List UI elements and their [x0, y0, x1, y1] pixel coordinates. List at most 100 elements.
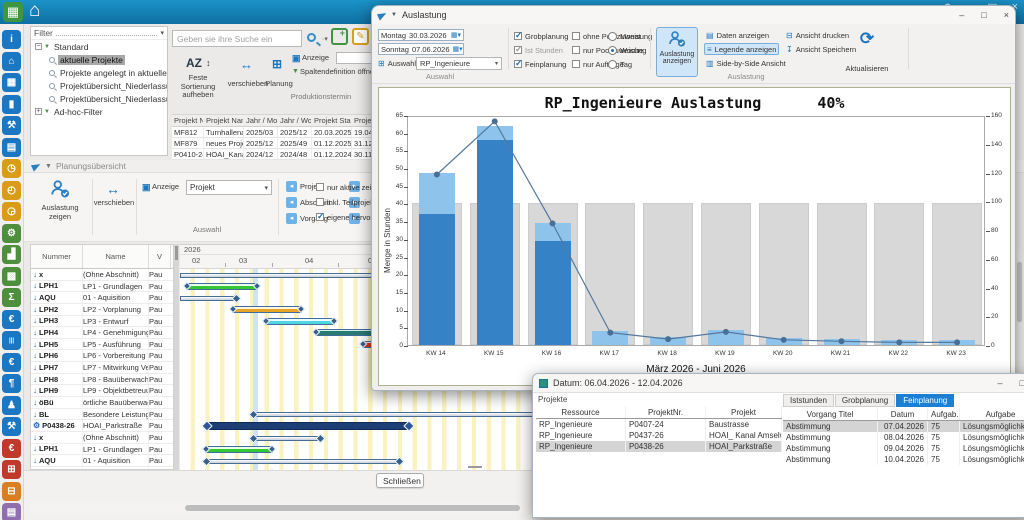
expand-icon[interactable]: + [35, 108, 42, 115]
move-button[interactable]: verschieben [92, 199, 136, 208]
refresh-button-label[interactable]: Aktualisieren [834, 64, 900, 73]
gantt-row[interactable]: ↓LPH7LP7 - Mitwirkung VergabePau [31, 362, 173, 374]
tab-feinplanung[interactable]: Feinplanung [896, 394, 954, 407]
gantt-row[interactable]: ↓LPH4LP4 - GenehmigungPau [31, 327, 173, 339]
view-button[interactable]: ≡Legende anzeigen [704, 43, 779, 55]
anzeige-field[interactable] [336, 52, 372, 64]
gantt-row[interactable]: ↓öBüörtliche BauüberwachungPau [31, 397, 173, 409]
report-time-icon[interactable]: ◶ [2, 202, 21, 221]
column-header[interactable]: Jahr / Monat [244, 115, 278, 126]
planning-flow-icon[interactable]: ⊞ [272, 57, 282, 71]
resource-test-icon[interactable]: ⚒ [2, 116, 21, 135]
checkbox-icon[interactable] [514, 60, 522, 68]
checkbox-icon[interactable] [572, 32, 580, 40]
filter-item[interactable]: Projektübersicht_Niederlassung N [31, 92, 167, 105]
status-icon[interactable]: ▮ [2, 95, 21, 114]
option-checkbox[interactable]: Grobplanung [514, 31, 568, 41]
table-row[interactable]: MF879neues Projek2025/122025/4901.12.202… [172, 138, 372, 149]
truck-icon[interactable]: ⊟ [2, 482, 21, 501]
table-row[interactable]: Abstimmung10.04.202675Lösungsmöglichke0,… [783, 454, 1024, 465]
person-list-icon[interactable]: ♟ [2, 396, 21, 415]
gantt-row[interactable]: ↓LPH9LP9 - ObjektbetreuungPau [31, 385, 173, 397]
refresh-icon[interactable]: ⟳ [842, 29, 892, 49]
radio-icon[interactable] [608, 32, 617, 41]
anzeige-select[interactable]: Projekt ▾ [186, 180, 272, 195]
calendar-icon[interactable]: ▦▾ [451, 31, 461, 39]
radio-icon[interactable] [608, 46, 617, 55]
minimize-icon[interactable]: – [998, 378, 1003, 388]
column-header[interactable]: Ressource [536, 406, 626, 418]
arrow-left-button[interactable]: ◂ [286, 181, 297, 192]
minimize-icon[interactable]: – [959, 10, 964, 20]
radio-icon[interactable] [608, 60, 617, 69]
gantt-bar[interactable] [205, 446, 273, 453]
gantt-row[interactable]: ↓BLBesondere LeistungenPau [31, 409, 173, 421]
planning-icon[interactable]: ⌂ [2, 52, 21, 71]
spalten-button[interactable]: Spaltendefinition öffnen [300, 68, 380, 77]
filter-panel-header[interactable]: Filter ▾ [31, 27, 167, 40]
gantt-row[interactable]: ↓AQU01 - AquisitionPau [31, 455, 173, 467]
gantt-row[interactable]: ↓x(Ohne Abschnitt)Pau [31, 269, 173, 281]
auslastung-anzeigen-button[interactable]: Auslastung anzeigen [656, 27, 698, 77]
arrow-left-button[interactable]: ◂ [286, 213, 297, 224]
view-button[interactable]: ▥Side-by-Side Ansicht [704, 57, 788, 69]
checkbox-icon[interactable] [572, 46, 580, 54]
gantt-row[interactable]: ↓x(Ohne Abschnitt)Pau [31, 432, 173, 444]
filter-item[interactable]: Projekte angelegt in aktuellen Quartal [31, 66, 167, 79]
vscroll-thumb[interactable] [1017, 262, 1022, 322]
gantt-row[interactable]: ⚙P0438-26HOAI_ParkstraßePau [31, 420, 173, 432]
gantt-row[interactable]: ↓LPH8LP8 - BauüberwachungPau [31, 374, 173, 386]
gantt-bar[interactable] [205, 422, 411, 430]
sort-icon[interactable]: AZ [186, 56, 202, 70]
gantt-column-header[interactable]: Name [83, 245, 149, 268]
gear-finance-icon[interactable]: ⚙ [2, 224, 21, 243]
filter-group[interactable]: −▼Standard [31, 40, 167, 53]
filter-item[interactable]: Projektübersicht_Niederlassung W [31, 79, 167, 92]
table-row[interactable]: P0410-24HOAI_Kanal+2024/122024/4801.12.2… [172, 149, 372, 160]
gantt-bar[interactable] [265, 318, 335, 325]
euro-return-icon[interactable]: € [2, 439, 21, 458]
column-header[interactable]: Projekt Nr [172, 115, 204, 126]
table-row[interactable]: Abstimmung08.04.202675Lösungsmöglichke0,… [783, 432, 1024, 443]
tab-grobplanung[interactable]: Grobplanung [835, 394, 895, 407]
search-options-caret-icon[interactable]: ·▾ [322, 35, 328, 43]
gantt-column-header[interactable]: V [149, 245, 171, 268]
radio-option[interactable]: Woche [608, 45, 643, 55]
gantt-row[interactable]: ↓LPH1LP1 - GrundlagenPau [31, 281, 173, 293]
close-button[interactable]: Schließen [376, 473, 424, 488]
column-header[interactable]: Aufgabe [960, 408, 1024, 420]
chart-gear-icon[interactable]: ▟ [2, 245, 21, 264]
filter-item[interactable]: aktuelle Projekte [31, 53, 167, 66]
euro-transfer-icon[interactable]: € [2, 310, 21, 329]
gantt-row[interactable]: ↓LPH1LP1 - GrundlagenPau [31, 444, 173, 456]
close-icon[interactable]: × [1004, 10, 1009, 20]
resource-select[interactable]: RP_Ingenieure ▾ [416, 57, 502, 70]
filter-group[interactable]: +▼Ad-hoc-Filter [31, 105, 167, 118]
column-header[interactable]: Projekt Start [312, 115, 352, 126]
time-add-icon[interactable]: ◷ [2, 159, 21, 178]
gantt-row[interactable]: ↓LPH5LP5 - AusführungPau [31, 339, 173, 351]
person-time-icon[interactable]: ◴ [2, 181, 21, 200]
person-service-icon[interactable]: ⚒ [2, 417, 21, 436]
checkbox-icon[interactable] [572, 60, 580, 68]
column-header[interactable]: Aufgab... [928, 408, 960, 420]
gantt-splitter[interactable] [174, 244, 179, 470]
checkbox-icon[interactable] [514, 32, 522, 40]
gantt-bar[interactable] [205, 459, 401, 464]
gantt-row[interactable]: ↓LPH6LP6 - Vorbereitung VergabePau [31, 350, 173, 362]
column-header[interactable]: Projekt Name [204, 115, 244, 126]
column-header[interactable]: ProjektNr. [626, 406, 706, 418]
option-checkbox[interactable]: Feinplanung [514, 59, 566, 69]
collapse-icon[interactable]: − [35, 43, 42, 50]
euro-invoice-icon[interactable]: € [2, 353, 21, 372]
arrow-left-button[interactable]: ◂ [286, 197, 297, 208]
auslastung-zeigen-button[interactable]: Auslastung zeigen [34, 179, 86, 221]
radio-option[interactable]: Tag [608, 59, 632, 69]
table-row[interactable]: MF812Turnhallenau2025/032025/1220.03.202… [172, 127, 372, 138]
search-icon[interactable] [307, 33, 316, 42]
move-icon[interactable]: ↔ [106, 181, 120, 197]
search-input[interactable] [172, 30, 302, 47]
chevron-down-icon[interactable]: ▼ [45, 163, 52, 170]
table-row[interactable]: Abstimmung09.04.202675Lösungsmöglichke0,… [783, 443, 1024, 454]
calendar-icon[interactable]: ▦ [2, 73, 21, 92]
